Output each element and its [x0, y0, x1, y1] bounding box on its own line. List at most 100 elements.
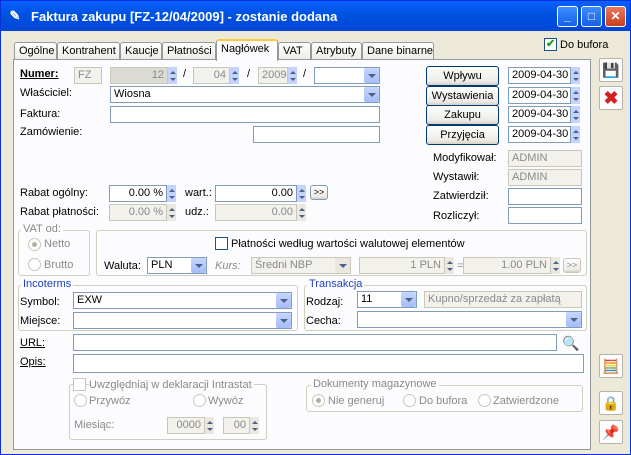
numer-slash-1: / — [183, 68, 187, 80]
miesiac-month-field: 00 — [223, 417, 250, 434]
close-icon: ✖ — [603, 88, 619, 108]
rabat-udz-field: 0.00 — [215, 204, 297, 221]
zakupu-date[interactable]: 2009-04-30 — [508, 106, 571, 123]
wlasciciel-select[interactable]: Wiosna — [110, 86, 380, 103]
numer-nr-field[interactable]: 12 — [110, 67, 168, 84]
tab-naglowek[interactable]: Nagłówek — [216, 39, 278, 61]
przywoz-label: Przywóz — [89, 395, 131, 407]
miejsce-label: Miejsce: — [20, 315, 61, 327]
calculator-icon: 🧮 — [602, 358, 620, 374]
close-button[interactable]: ✕ — [605, 6, 626, 27]
platnosci-walutowe-checkbox[interactable] — [215, 237, 228, 250]
url-browse-icon[interactable]: 🔍 — [561, 334, 581, 352]
minimize-button[interactable]: _ — [557, 6, 578, 27]
numer-slash-3: / — [303, 68, 307, 80]
vat-brutto-radio[interactable] — [28, 258, 41, 271]
miejsce-select[interactable] — [73, 312, 292, 329]
pin-button[interactable]: 📌 — [599, 420, 623, 444]
zamowienie-input[interactable] — [253, 126, 380, 143]
app-icon: ✎ — [9, 8, 21, 23]
cancel-button[interactable]: ✖ — [599, 86, 623, 110]
calculate-button[interactable]: 🧮 — [599, 354, 623, 378]
wlasciciel-dropdown-icon[interactable] — [364, 87, 379, 102]
opis-input[interactable] — [73, 354, 584, 373]
kurs-rate-2-spinner — [551, 257, 560, 274]
miesiac-month-spinner — [250, 417, 259, 434]
do-bufora-checkbox[interactable]: ✔ — [544, 38, 557, 51]
symbol-label: Symbol: — [20, 296, 60, 308]
wplywu-spinner[interactable] — [571, 67, 580, 84]
url-label: URL: — [20, 337, 46, 349]
vat-netto-label: Netto — [44, 238, 71, 250]
rabat-wart-field[interactable]: 0.00 — [215, 185, 297, 202]
numer-month-field[interactable]: 04 — [193, 67, 230, 84]
save-button[interactable]: 💾 — [599, 58, 623, 82]
tab-vat[interactable]: VAT — [278, 42, 311, 60]
rabat-ogolny-spinner[interactable] — [167, 185, 176, 202]
rabat-wart-spinner[interactable] — [297, 185, 306, 202]
cecha-dropdown-icon[interactable] — [566, 312, 581, 327]
tab-atrybuty[interactable]: Atrybuty — [311, 42, 362, 60]
miesiac-year-field: 0000 — [167, 417, 205, 434]
rabat-wart-label: wart.: — [185, 187, 212, 199]
numer-label: Numer: — [20, 68, 59, 80]
rabat-udz-label: udz.: — [185, 206, 209, 218]
rodzaj-dropdown-icon[interactable] — [401, 292, 416, 307]
rodzaj-description: Kupno/sprzedaż za zapłatą — [424, 291, 582, 308]
rabat-more-button[interactable]: >> — [310, 185, 328, 200]
save-icon: 💾 — [602, 62, 620, 78]
waluta-dropdown-icon[interactable] — [191, 258, 206, 273]
nie-generuj-radio[interactable] — [312, 394, 325, 407]
rabat-ogolny-label: Rabat ogólny: — [20, 187, 88, 199]
do-bufora-radio-label: Do bufora — [419, 395, 468, 407]
przywoz-radio[interactable] — [74, 394, 87, 407]
modyfikowal-field: ADMIN — [508, 150, 582, 167]
wlasciciel-label: Właściciel: — [20, 87, 72, 99]
maximize-button[interactable]: □ — [581, 6, 602, 27]
przyjecia-date[interactable]: 2009-04-30 — [508, 126, 571, 143]
lock-button[interactable]: 🔒 — [599, 391, 623, 415]
rabat-platnosci-spinner — [167, 204, 176, 221]
incoterms-title: Incoterms — [21, 278, 74, 290]
zakupu-button[interactable]: Zakupu — [426, 105, 499, 125]
wplywu-button[interactable]: Wpływu — [426, 66, 499, 86]
do-bufora-radio[interactable] — [403, 394, 416, 407]
numer-nr-spinner[interactable] — [168, 67, 177, 84]
wystawienia-spinner[interactable] — [571, 87, 580, 104]
zatwierdzone-label: Zatwierdzone — [493, 395, 560, 407]
url-input[interactable] — [73, 334, 557, 351]
tab-kaucje[interactable]: Kaucje — [120, 42, 162, 60]
wywoz-label: Wywóz — [208, 395, 244, 407]
tab-dane-binarne[interactable]: Dane binarne — [362, 42, 434, 60]
przyjecia-spinner[interactable] — [571, 126, 580, 143]
tab-platnosci[interactable]: Płatności — [162, 42, 216, 60]
symbol-select[interactable]: EXW — [73, 292, 292, 309]
numer-series-dropdown-icon[interactable] — [364, 68, 379, 83]
kurs-rate-1: 1 PLN — [359, 257, 445, 274]
numer-year-field[interactable]: 2009 — [258, 67, 288, 84]
rabat-ogolny-pct[interactable]: 0.00 % — [109, 185, 167, 202]
zatwierdzone-radio[interactable] — [478, 394, 491, 407]
cecha-select[interactable] — [357, 311, 582, 328]
kurs-dropdown-icon — [335, 258, 350, 273]
vat-netto-radio[interactable] — [28, 238, 41, 251]
faktura-input[interactable] — [110, 106, 380, 123]
wystawil-label: Wystawił: — [433, 171, 480, 183]
intrastat-checkbox[interactable] — [73, 378, 86, 391]
numer-year-spinner[interactable] — [288, 67, 297, 84]
symbol-dropdown-icon[interactable] — [276, 293, 291, 308]
platnosci-walutowe-label: Płatności według wartości walutowej elem… — [231, 238, 465, 250]
przyjecia-button[interactable]: Przyjęcia — [426, 125, 499, 145]
miejsce-dropdown-icon[interactable] — [276, 313, 291, 328]
cecha-label: Cecha: — [306, 315, 341, 327]
wystawienia-date[interactable]: 2009-04-30 — [508, 87, 571, 104]
vat-od-title: VAT od: — [21, 223, 63, 235]
tab-ogolne[interactable]: Ogólne — [14, 42, 57, 60]
wystawienia-button[interactable]: Wystawienia — [426, 86, 499, 106]
wywoz-radio[interactable] — [193, 394, 206, 407]
rodzaj-label: Rodzaj: — [306, 296, 344, 308]
tab-kontrahent[interactable]: Kontrahent — [57, 42, 120, 60]
zakupu-spinner[interactable] — [571, 106, 580, 123]
wplywu-date[interactable]: 2009-04-30 — [508, 67, 571, 84]
numer-month-spinner[interactable] — [230, 67, 239, 84]
